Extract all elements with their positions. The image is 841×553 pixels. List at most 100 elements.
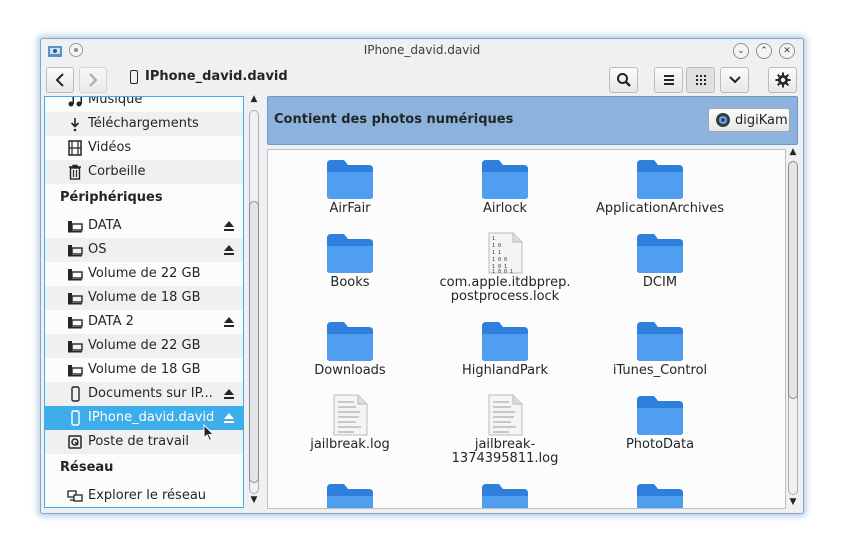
minimize-button[interactable]: ⌄ bbox=[733, 43, 749, 59]
file-item[interactable]: Books bbox=[275, 232, 425, 290]
view-options-button[interactable] bbox=[720, 67, 749, 93]
digikam-button[interactable]: digiKam bbox=[708, 108, 790, 132]
file-item[interactable] bbox=[275, 482, 425, 508]
sidebar-item-videos[interactable]: Vidéos bbox=[45, 136, 243, 160]
folder-icon bbox=[637, 234, 683, 273]
file-item[interactable]: Downloads bbox=[275, 320, 425, 378]
places-scrollbar[interactable]: ▲ ▼ bbox=[247, 94, 261, 508]
sidebar-item-telechargements[interactable]: Téléchargements bbox=[45, 112, 243, 136]
phone-icon bbox=[130, 70, 138, 84]
file-item[interactable]: jailbreak- 1374395811.log bbox=[430, 394, 580, 466]
info-bar-message: Contient des photos numériques bbox=[274, 112, 514, 127]
chevron-down-icon bbox=[728, 76, 741, 84]
eject-icon[interactable] bbox=[223, 244, 235, 256]
search-button[interactable] bbox=[609, 67, 638, 93]
text-file-icon bbox=[333, 394, 368, 436]
maximize-button[interactable]: ⌃ bbox=[756, 43, 772, 59]
sidebar-item-volume-22gb-2[interactable]: Volume de 22 GB bbox=[45, 334, 243, 358]
drive-icon bbox=[68, 317, 83, 329]
file-item[interactable]: ApplicationArchives bbox=[585, 158, 735, 216]
sidebar-item-corbeille[interactable]: Corbeille bbox=[45, 160, 243, 184]
sidebar-item-data-2[interactable]: DATA 2 bbox=[45, 310, 243, 334]
sidebar-item-volume-18gb[interactable]: Volume de 18 GB bbox=[45, 286, 243, 310]
file-view: AirFair Airlock ApplicationArchives Book… bbox=[267, 149, 786, 509]
folder-icon bbox=[482, 322, 528, 361]
file-name: AirFair bbox=[329, 201, 371, 216]
chevron-right-icon bbox=[89, 73, 98, 87]
folder-icon bbox=[637, 322, 683, 361]
sidebar-item-label: Explorer le réseau bbox=[88, 488, 207, 503]
scroll-down-arrow[interactable]: ▼ bbox=[249, 495, 259, 505]
file-item[interactable]: jailbreak.log bbox=[275, 394, 425, 452]
sidebar-item-label: Volume de 22 GB bbox=[88, 266, 201, 281]
sidebar-item-label: Volume de 22 GB bbox=[88, 338, 201, 353]
scrollbar-thumb[interactable] bbox=[249, 201, 259, 483]
sidebar-item-explorer-reseau[interactable]: Explorer le réseau bbox=[45, 484, 243, 507]
section-heading-devices: Périphériques bbox=[60, 190, 163, 205]
folder-icon bbox=[327, 322, 373, 361]
scroll-up-arrow[interactable]: ▲ bbox=[788, 147, 798, 157]
places-panel: Musique Téléchargements Vidéos Corbeille… bbox=[44, 96, 244, 508]
folder-icon bbox=[637, 484, 683, 508]
eject-icon[interactable] bbox=[223, 412, 235, 424]
file-view-scrollbar[interactable]: ▲ ▼ bbox=[786, 147, 800, 509]
file-item[interactable]: PhotoData bbox=[585, 394, 735, 452]
close-button[interactable]: ✕ bbox=[779, 43, 795, 59]
file-name: com.apple.itdbprep. postprocess.lock bbox=[439, 275, 571, 304]
file-name: jailbreak.log bbox=[310, 437, 390, 452]
sidebar-item-documents-iphone[interactable]: Documents sur IP... bbox=[45, 382, 243, 406]
sidebar-item-os[interactable]: OS bbox=[45, 238, 243, 262]
scroll-down-arrow[interactable]: ▼ bbox=[788, 497, 798, 507]
details-view-button[interactable] bbox=[654, 67, 683, 93]
eject-icon[interactable] bbox=[223, 388, 235, 400]
network-icon bbox=[67, 490, 83, 502]
binary-file-icon: 11 01 11 0 01 0 11 0 0 1 bbox=[488, 232, 523, 274]
file-item[interactable]: 11 01 11 0 01 0 11 0 0 1 com.apple.itdbp… bbox=[430, 232, 580, 304]
toolbar: IPhone_david.david bbox=[41, 65, 803, 95]
folder-icon bbox=[637, 396, 683, 435]
eject-icon[interactable] bbox=[223, 220, 235, 232]
location-breadcrumb[interactable]: IPhone_david.david bbox=[145, 69, 288, 84]
sidebar-item-musique[interactable]: Musique bbox=[45, 96, 243, 112]
grid-view-icon bbox=[695, 75, 706, 85]
sidebar-item-volume-22gb[interactable]: Volume de 22 GB bbox=[45, 262, 243, 286]
svg-text:1 1: 1 1 bbox=[492, 250, 501, 256]
list-view-icon bbox=[663, 75, 674, 85]
drive-icon bbox=[68, 221, 83, 233]
eject-icon[interactable] bbox=[223, 316, 235, 328]
close-icon: ✕ bbox=[783, 46, 791, 56]
phone-icon bbox=[71, 410, 80, 426]
file-name: ApplicationArchives bbox=[595, 201, 725, 216]
scroll-up-arrow[interactable]: ▲ bbox=[249, 94, 259, 104]
forward-button[interactable] bbox=[79, 67, 107, 93]
file-item[interactable]: AirFair bbox=[275, 158, 425, 216]
sidebar-item-label: IPhone_david.david bbox=[88, 410, 215, 425]
sidebar-item-label: DATA bbox=[88, 218, 122, 233]
file-item[interactable] bbox=[430, 482, 580, 508]
back-button[interactable] bbox=[46, 67, 74, 93]
sidebar-item-label: Musique bbox=[88, 96, 143, 107]
file-item[interactable]: Airlock bbox=[430, 158, 580, 216]
folder-icon bbox=[637, 160, 683, 199]
text-file-icon bbox=[488, 394, 523, 436]
scrollbar-thumb[interactable] bbox=[788, 161, 798, 399]
file-item[interactable]: iTunes_Control bbox=[585, 320, 735, 378]
film-icon bbox=[68, 140, 82, 156]
file-name: PhotoData bbox=[625, 437, 695, 452]
icon-view-button[interactable] bbox=[686, 67, 715, 93]
sidebar-item-label: Poste de travail bbox=[88, 434, 190, 449]
sidebar-item-data[interactable]: DATA bbox=[45, 214, 243, 238]
folder-icon bbox=[327, 484, 373, 508]
folder-icon bbox=[482, 160, 528, 199]
control-menu-button[interactable] bbox=[768, 67, 797, 93]
file-item[interactable] bbox=[585, 482, 735, 508]
sidebar-item-volume-18gb-2[interactable]: Volume de 18 GB bbox=[45, 358, 243, 382]
svg-text:1 0 0: 1 0 0 bbox=[492, 257, 507, 263]
drive-icon bbox=[68, 341, 83, 353]
file-item[interactable]: DCIM bbox=[585, 232, 735, 290]
window-title: IPhone_david.david bbox=[363, 43, 481, 57]
sidebar-item-label: Documents sur IP... bbox=[88, 386, 213, 401]
title-bar: IPhone_david.david ⌄ ⌃ ✕ bbox=[41, 39, 803, 63]
file-name: HighlandPark bbox=[461, 363, 549, 378]
file-item[interactable]: HighlandPark bbox=[430, 320, 580, 378]
